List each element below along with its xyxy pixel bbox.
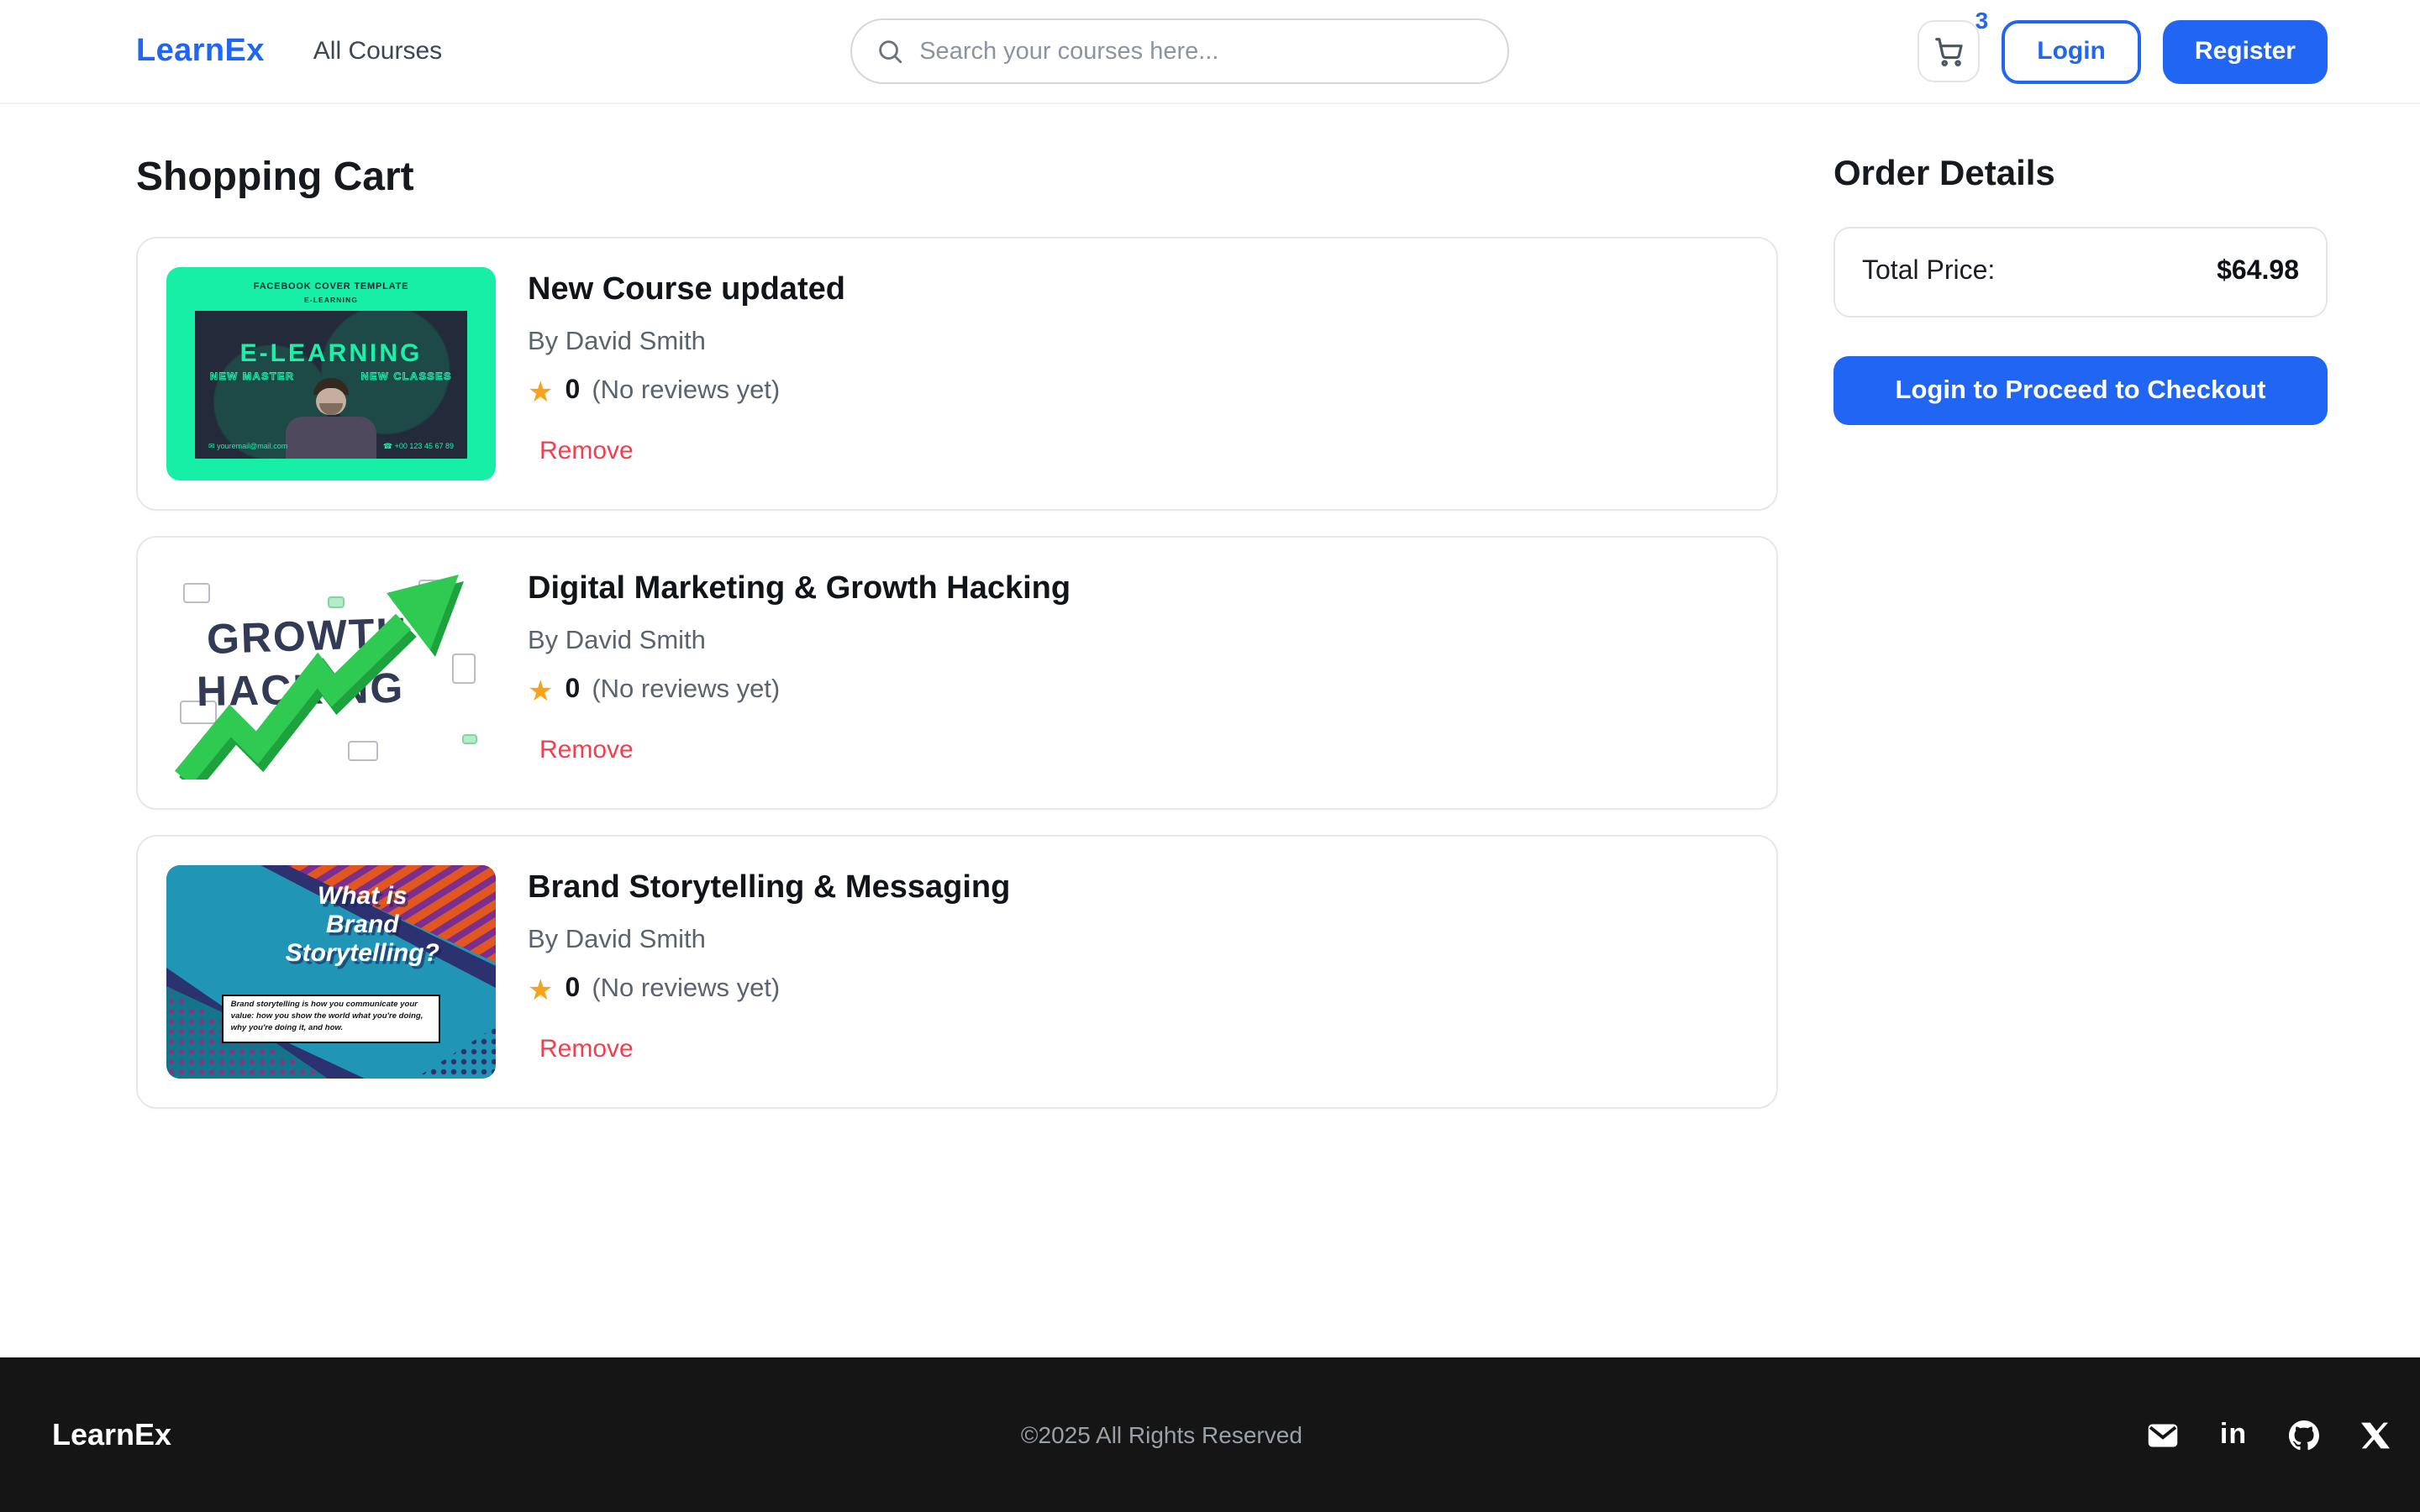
thumb-contact-row: ✉ youremail@mail.com ☎ +00 123 45 67 89 — [208, 442, 454, 452]
order-details-title: Order Details — [1833, 155, 2328, 195]
logo[interactable]: LearnEx — [136, 33, 265, 70]
total-price-value: $64.98 — [2217, 257, 2299, 287]
thumb-banner-title: E-LEARNING — [195, 339, 467, 368]
order-details-section: Order Details Total Price: $64.98 Login … — [1833, 104, 2328, 1357]
social-links: in — [2148, 1420, 2390, 1450]
course-title[interactable]: Digital Marketing & Growth Hacking — [528, 571, 1071, 608]
rating-row: ★ 0 (No reviews yet) — [528, 974, 1010, 1005]
search-icon — [876, 37, 904, 66]
header-actions: 3 Login Register — [1918, 19, 2328, 83]
thumb-caption: Brand storytelling is how you communicat… — [223, 995, 440, 1044]
cart-item-info: Brand Storytelling & Messaging By David … — [528, 865, 1010, 1079]
cart-item-card: GROWTH HACKING Digital Marketing & Growt… — [136, 536, 1778, 810]
course-thumbnail-brand-storytelling[interactable]: What is Brand Storytelling? Brand storyt… — [166, 865, 496, 1079]
course-author: By David Smith — [528, 328, 845, 358]
rating-note: (No reviews yet) — [592, 376, 780, 407]
page: LearnEx All Courses 3 Login Register Sho… — [0, 0, 2420, 1512]
rating-value: 0 — [566, 675, 581, 706]
thumb-phone: +00 123 45 67 89 — [395, 442, 454, 450]
cart-item-info: New Course updated By David Smith ★ 0 (N… — [528, 267, 845, 480]
remove-button[interactable]: Remove — [539, 1035, 634, 1063]
rating-note: (No reviews yet) — [592, 675, 780, 706]
total-price-label: Total Price: — [1862, 257, 1995, 287]
mail-icon: ✉ — [208, 442, 215, 450]
cart-badge: 3 — [1975, 7, 1989, 34]
page-title: Shopping Cart — [136, 155, 1778, 202]
rating-row: ★ 0 (No reviews yet) — [528, 376, 845, 407]
star-icon: ★ — [528, 975, 554, 1004]
growth-arrow-graphic — [166, 566, 496, 780]
course-thumbnail-elearning[interactable]: FACEBOOK COVER TEMPLATE E-LEARNING E-LEA… — [166, 267, 496, 480]
rating-value: 0 — [566, 974, 581, 1005]
github-icon[interactable] — [2289, 1420, 2319, 1450]
cart-item-info: Digital Marketing & Growth Hacking By Da… — [528, 566, 1071, 780]
star-icon: ★ — [528, 676, 554, 705]
thumb-kicker2: E-LEARNING — [166, 296, 496, 304]
remove-button[interactable]: Remove — [539, 736, 634, 764]
course-author: By David Smith — [528, 926, 1010, 956]
thumb-kicker: FACEBOOK COVER TEMPLATE — [166, 282, 496, 292]
register-button[interactable]: Register — [2163, 19, 2328, 83]
checkout-button[interactable]: Login to Proceed to Checkout — [1833, 356, 2328, 425]
login-button[interactable]: Login — [2002, 19, 2141, 83]
mail-icon[interactable] — [2148, 1420, 2178, 1450]
footer-copyright: ©2025 All Rights Reserved — [1021, 1421, 1302, 1448]
rating-value: 0 — [566, 376, 581, 407]
search-input[interactable] — [919, 38, 1484, 65]
thumb-banner: E-LEARNING NEW MASTER NEW CLASSES ✉ your… — [195, 311, 467, 459]
top-navbar: LearnEx All Courses 3 Login Register — [0, 0, 2420, 104]
cart-button[interactable]: 3 — [1918, 20, 1980, 82]
thumb-email: youremail@mail.com — [217, 442, 287, 450]
rating-note: (No reviews yet) — [592, 974, 780, 1005]
search-bar[interactable] — [850, 18, 1509, 84]
footer: LearnEx ©2025 All Rights Reserved in — [0, 1357, 2420, 1512]
main-content: Shopping Cart FACEBOOK COVER TEMPLATE E-… — [0, 104, 2420, 1357]
thumb-heading: What is Brand Storytelling? — [245, 884, 479, 969]
nav-all-courses[interactable]: All Courses — [313, 37, 442, 66]
cart-item-card: What is Brand Storytelling? Brand storyt… — [136, 835, 1778, 1109]
cart-item-card: FACEBOOK COVER TEMPLATE E-LEARNING E-LEA… — [136, 237, 1778, 511]
cart-item-list: FACEBOOK COVER TEMPLATE E-LEARNING E-LEA… — [136, 237, 1778, 1109]
remove-button[interactable]: Remove — [539, 437, 634, 465]
order-summary-card: Total Price: $64.98 — [1833, 227, 2328, 318]
phone-icon: ☎ — [383, 442, 392, 450]
course-title[interactable]: Brand Storytelling & Messaging — [528, 870, 1010, 907]
course-title[interactable]: New Course updated — [528, 272, 845, 309]
rating-row: ★ 0 (No reviews yet) — [528, 675, 1071, 706]
star-icon: ★ — [528, 377, 554, 406]
course-author: By David Smith — [528, 627, 1071, 657]
footer-logo: LearnEx — [52, 1417, 171, 1452]
x-twitter-icon[interactable] — [2360, 1420, 2390, 1450]
cart-section: Shopping Cart FACEBOOK COVER TEMPLATE E-… — [136, 104, 1778, 1357]
shopping-cart-icon — [1933, 35, 1965, 67]
linkedin-icon[interactable]: in — [2218, 1420, 2249, 1450]
course-thumbnail-growth-hacking[interactable]: GROWTH HACKING — [166, 566, 496, 780]
